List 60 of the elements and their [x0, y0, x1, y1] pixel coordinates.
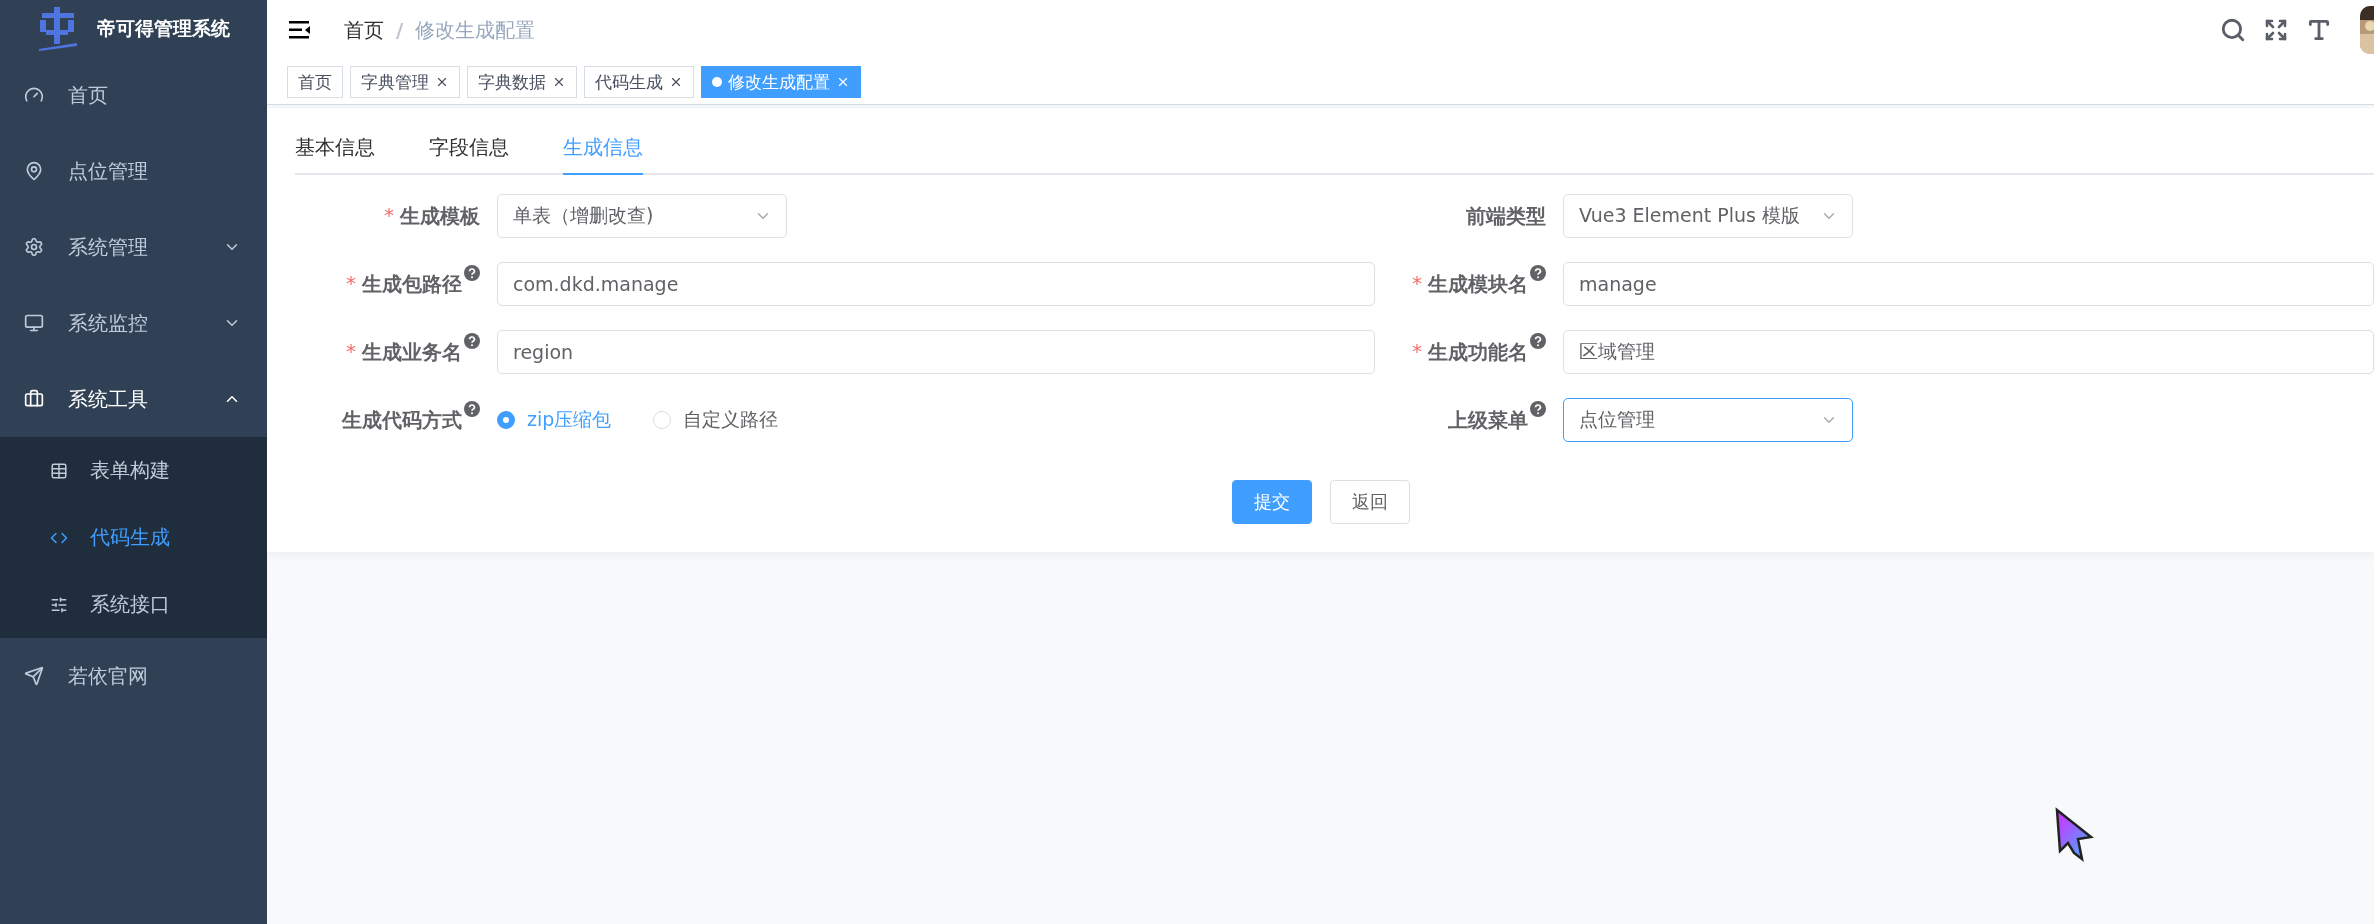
required-mark: * [384, 202, 394, 227]
active-dot-icon [712, 77, 722, 87]
submenu-item[interactable]: 系统接口 [0, 571, 267, 638]
help-icon[interactable] [1530, 332, 1546, 349]
tab[interactable]: 基本信息 [295, 122, 375, 175]
select-field[interactable]: 单表（增删改查) [497, 194, 787, 238]
page-tab[interactable]: 字典管理 [350, 66, 460, 98]
search-icon[interactable] [2220, 17, 2246, 43]
input-field[interactable]: manage [1563, 262, 2374, 306]
select-field[interactable]: 点位管理 [1563, 398, 1853, 442]
field-label: 上级菜单 [1448, 406, 1528, 434]
page-tab[interactable]: 字典数据 [467, 66, 577, 98]
cursor-icon [2054, 807, 2094, 865]
close-icon[interactable] [669, 75, 683, 89]
menu-icon [24, 666, 44, 686]
tab[interactable]: 字段信息 [429, 122, 509, 175]
field-label: 生成业务名 [362, 338, 462, 366]
field-label: 生成代码方式 [342, 406, 462, 434]
radio-icon[interactable] [497, 411, 515, 429]
menu-icon [24, 161, 44, 181]
logo-icon [37, 6, 79, 51]
close-icon[interactable] [435, 75, 449, 89]
input-field[interactable]: 区域管理 [1563, 330, 2374, 374]
page-tab[interactable]: 首页 [287, 66, 343, 98]
back-button[interactable]: 返回 [1329, 480, 1410, 524]
field-label: 生成功能名 [1428, 338, 1528, 366]
required-mark: * [1412, 270, 1422, 295]
help-icon[interactable] [464, 264, 480, 281]
menu-icon [24, 85, 44, 105]
help-icon[interactable] [464, 332, 480, 349]
input-field[interactable]: com.dkd.manage [497, 262, 1375, 306]
submenu-item[interactable]: 表单构建 [0, 437, 267, 504]
required-mark: * [1412, 338, 1422, 363]
page-tab[interactable]: 代码生成 [584, 66, 694, 98]
required-mark: * [346, 270, 356, 295]
close-icon[interactable] [552, 75, 566, 89]
breadcrumb-item: 修改生成配置 [415, 16, 536, 44]
field-label: 前端类型 [1466, 202, 1546, 230]
field-label: 生成包路径 [362, 270, 462, 298]
app-title: 帝可得管理系统 [97, 15, 230, 41]
select-field[interactable]: Vue3 Element Plus 模版 [1563, 194, 1853, 238]
menu-icon [50, 595, 68, 614]
fullscreen-icon[interactable] [2264, 18, 2288, 42]
radio-option[interactable]: 自定义路径 [653, 407, 779, 433]
menu-icon [24, 313, 44, 333]
help-icon[interactable] [1530, 400, 1546, 417]
menu-icon [50, 461, 68, 480]
menu-icon [24, 389, 44, 409]
breadcrumb-item[interactable]: 首页 [344, 16, 384, 44]
field-label: 生成模块名 [1428, 270, 1528, 298]
field-label: 生成模板 [400, 202, 480, 230]
breadcrumb-separator: / [396, 18, 404, 42]
help-icon[interactable] [464, 400, 480, 417]
font-size-icon[interactable] [2306, 17, 2332, 43]
menu-icon [24, 237, 44, 257]
submenu-item[interactable]: 代码生成 [0, 504, 267, 571]
required-mark: * [346, 338, 356, 363]
menu-icon[interactable] [289, 21, 311, 39]
help-icon[interactable] [1530, 264, 1546, 281]
input-field[interactable]: region [497, 330, 1375, 374]
